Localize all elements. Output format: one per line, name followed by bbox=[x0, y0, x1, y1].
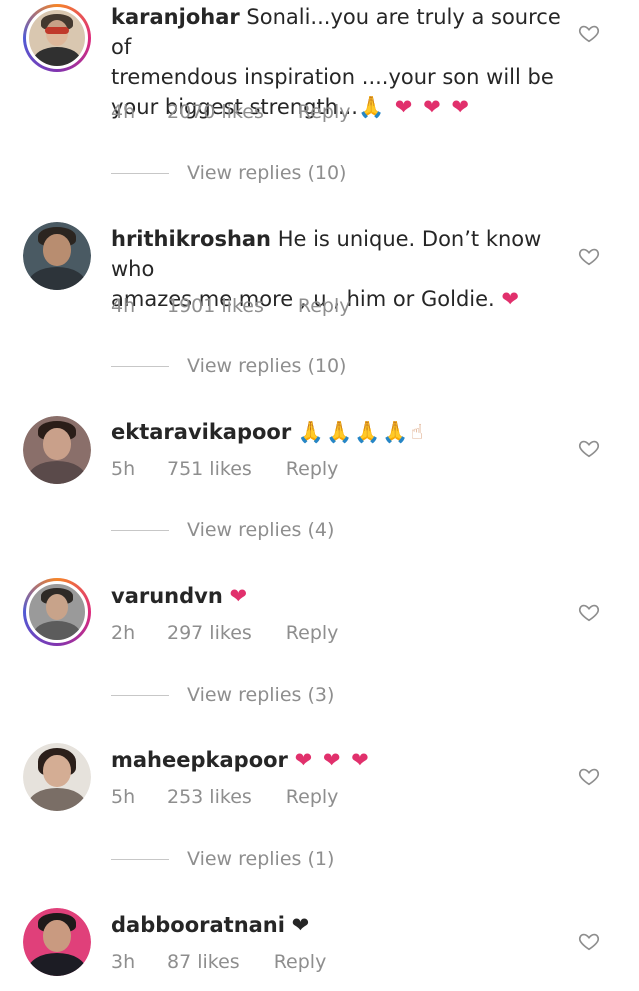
view-replies-button[interactable]: View replies (10) bbox=[111, 355, 346, 379]
comment-meta: 4h 1901 likes Reply bbox=[111, 295, 351, 317]
comment-time: 4h bbox=[111, 295, 136, 317]
view-replies-label: View replies (10) bbox=[187, 162, 347, 184]
view-replies-line bbox=[111, 173, 169, 174]
heart-outline-icon[interactable] bbox=[578, 437, 600, 459]
view-replies-button[interactable]: View replies (3) bbox=[111, 684, 334, 708]
comment-likes[interactable]: 2070 likes bbox=[167, 101, 264, 123]
avatar[interactable] bbox=[23, 743, 91, 811]
comment-emoji: ❤ bbox=[501, 287, 522, 311]
comment-username[interactable]: hrithikroshan bbox=[111, 227, 271, 251]
heart-outline-icon[interactable] bbox=[578, 245, 600, 267]
comment-username[interactable]: karanjohar bbox=[111, 5, 240, 29]
reply-button[interactable]: Reply bbox=[274, 951, 327, 973]
comment-text: dabbooratnani ❤ bbox=[111, 910, 581, 940]
view-replies-line bbox=[111, 859, 169, 860]
comment-meta: 5h 751 likes Reply bbox=[111, 458, 338, 480]
comment-username[interactable]: varundvn bbox=[111, 584, 223, 608]
avatar[interactable] bbox=[23, 578, 91, 646]
comment-time: 3h bbox=[111, 951, 136, 973]
avatar[interactable] bbox=[23, 4, 91, 72]
comment-likes[interactable]: 87 likes bbox=[167, 951, 240, 973]
view-replies-label: View replies (1) bbox=[187, 848, 335, 870]
comment-emoji: 🙏 ❤ ❤ ❤ bbox=[357, 95, 471, 119]
reply-button[interactable]: Reply bbox=[298, 101, 351, 123]
reply-button[interactable]: Reply bbox=[286, 458, 339, 480]
comment-likes[interactable]: 297 likes bbox=[167, 622, 252, 644]
reply-button[interactable]: Reply bbox=[286, 786, 339, 808]
heart-outline-icon[interactable] bbox=[578, 22, 600, 44]
comment-emoji: ❤ bbox=[291, 913, 312, 937]
comment-likes[interactable]: 751 likes bbox=[167, 458, 252, 480]
comment-meta: 3h 87 likes Reply bbox=[111, 951, 326, 973]
avatar[interactable] bbox=[23, 908, 91, 976]
comment-time: 4h bbox=[111, 101, 136, 123]
comment-text: ektaravikapoor 🙏🙏🙏🙏☝ bbox=[111, 417, 581, 447]
view-replies-label: View replies (3) bbox=[187, 684, 335, 706]
comment-username[interactable]: dabbooratnani bbox=[111, 913, 285, 937]
comment-time: 2h bbox=[111, 622, 136, 644]
avatar[interactable] bbox=[23, 416, 91, 484]
comment-emoji: 🙏🙏🙏🙏☝ bbox=[297, 420, 426, 444]
comment-text: maheepkapoor ❤ ❤ ❤ bbox=[111, 745, 581, 775]
heart-outline-icon[interactable] bbox=[578, 930, 600, 952]
heart-outline-icon[interactable] bbox=[578, 765, 600, 787]
heart-outline-icon[interactable] bbox=[578, 601, 600, 623]
reply-button[interactable]: Reply bbox=[298, 295, 351, 317]
comment-emoji: ❤ ❤ ❤ bbox=[294, 748, 371, 772]
view-replies-line bbox=[111, 366, 169, 367]
comment-meta: 5h 253 likes Reply bbox=[111, 786, 338, 808]
comment-likes[interactable]: 253 likes bbox=[167, 786, 252, 808]
comments-list: karanjohar Sonali...you are truly a sour… bbox=[0, 0, 639, 991]
view-replies-label: View replies (4) bbox=[187, 519, 335, 541]
comment-time: 5h bbox=[111, 458, 136, 480]
view-replies-line bbox=[111, 530, 169, 531]
view-replies-button[interactable]: View replies (4) bbox=[111, 519, 334, 543]
comment-username[interactable]: maheepkapoor bbox=[111, 748, 288, 772]
comment-time: 5h bbox=[111, 786, 136, 808]
comment-meta: 4h 2070 likes Reply bbox=[111, 101, 351, 123]
reply-button[interactable]: Reply bbox=[286, 622, 339, 644]
view-replies-label: View replies (10) bbox=[187, 355, 347, 377]
view-replies-button[interactable]: View replies (1) bbox=[111, 848, 334, 872]
comment-likes[interactable]: 1901 likes bbox=[167, 295, 264, 317]
avatar[interactable] bbox=[23, 222, 91, 290]
comment-meta: 2h 297 likes Reply bbox=[111, 622, 338, 644]
view-replies-line bbox=[111, 695, 169, 696]
comment-username[interactable]: ektaravikapoor bbox=[111, 420, 291, 444]
comment-emoji: ❤ bbox=[229, 584, 250, 608]
view-replies-button[interactable]: View replies (10) bbox=[111, 162, 346, 186]
comment-text: varundvn ❤ bbox=[111, 581, 581, 611]
